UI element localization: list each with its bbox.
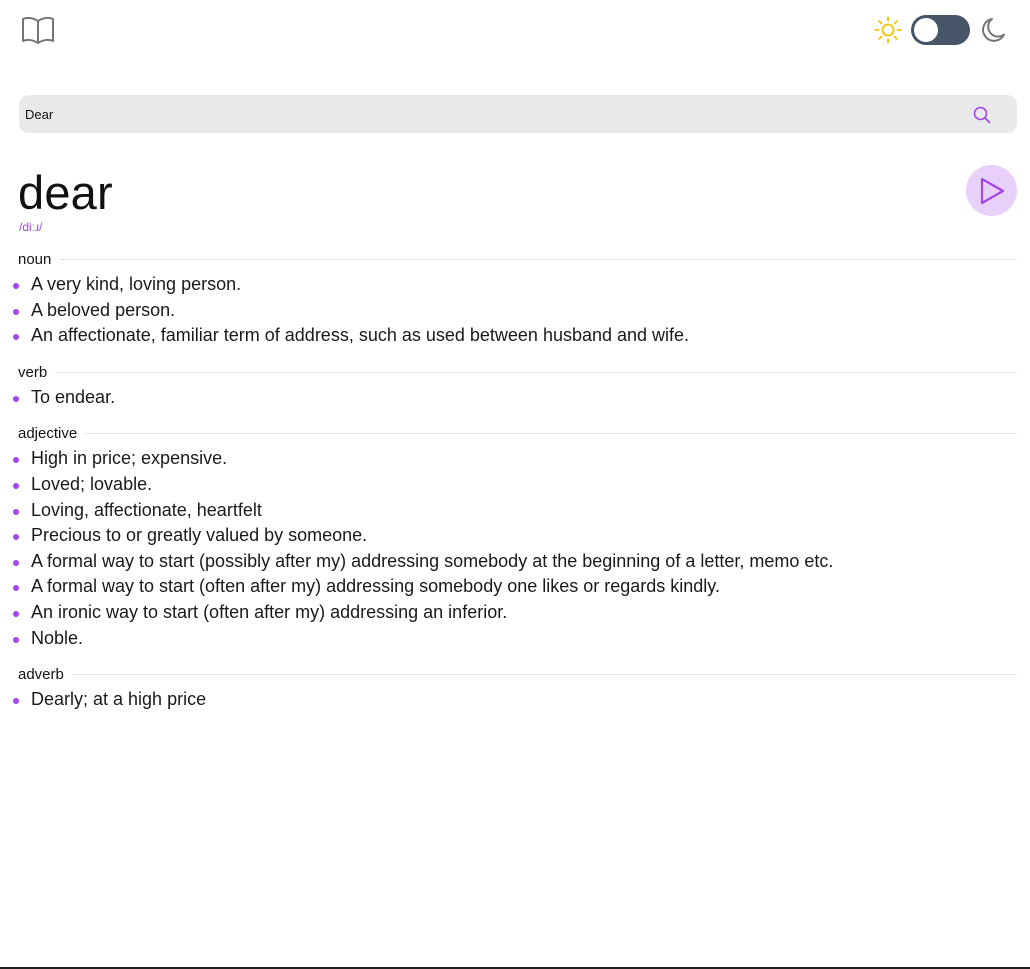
divider-line [59, 259, 1017, 260]
part-of-speech-header: noun [18, 250, 1017, 269]
part-of-speech-header: adjective [18, 424, 1017, 443]
definition-list: High in price; expensive. Loved; lovable.… [0, 446, 1030, 651]
meaning-group-adjective: adjective High in price; expensive. Loved;… [0, 424, 1030, 651]
definition-list: A very kind, loving person. A beloved per… [0, 272, 1030, 349]
moon-icon [982, 18, 1005, 42]
dark-mode-toggle[interactable] [911, 15, 970, 45]
definition-item: To endear. [0, 385, 1030, 411]
definition-item: A very kind, loving person. [0, 272, 1030, 298]
toggle-knob [914, 18, 938, 42]
definition-item: A formal way to start (possibly after my… [0, 549, 1030, 575]
definition-list: To endear. [0, 385, 1030, 411]
definition-item: An ironic way to start (often after my) … [0, 600, 1030, 626]
part-of-speech-label: noun [18, 251, 60, 268]
divider-line [85, 433, 1017, 435]
definition-list: Dearly; at a high price [0, 687, 1030, 713]
meaning-group-verb: verb To endear. [0, 363, 1030, 411]
part-of-speech-label: adjective [18, 425, 86, 443]
definition-item: Loving, affectionate, heartfelt [0, 498, 1030, 524]
book-icon[interactable] [21, 16, 55, 46]
part-of-speech-label: verb [18, 363, 56, 381]
sun-icon [874, 16, 902, 44]
meanings-list: noun A very kind, loving person. A beloved… [0, 250, 1030, 727]
definition-item: An affectionate, familiar term of addres… [0, 323, 1030, 349]
definition-item: High in price; expensive. [0, 446, 1030, 472]
headword: dear [18, 166, 113, 219]
definition-item: Precious to or greatly valued by someone… [0, 523, 1030, 549]
definition-item: Noble. [0, 626, 1030, 652]
divider-line [71, 674, 1017, 676]
search-bar [19, 95, 1017, 133]
search-input[interactable] [19, 95, 959, 133]
definition-item: A formal way to start (often after my) a… [0, 574, 1030, 600]
theme-switcher [874, 15, 1010, 45]
definition-item: Dearly; at a high price [0, 687, 1030, 713]
divider-line [55, 371, 1017, 373]
phonetic: /diːɹ/ [19, 220, 43, 234]
play-audio-button[interactable] [966, 165, 1017, 216]
meaning-group-adverb: adverb Dearly; at a high price [0, 665, 1030, 713]
play-icon [980, 177, 1005, 205]
definition-item: Loved; lovable. [0, 472, 1030, 498]
search-icon[interactable] [973, 106, 991, 124]
meaning-group-noun: noun A very kind, loving person. A beloved… [0, 250, 1030, 349]
part-of-speech-label: adverb [18, 666, 72, 684]
part-of-speech-header: verb [18, 363, 1017, 382]
definition-item: A beloved person. [0, 298, 1030, 324]
top-bar [0, 0, 1030, 62]
part-of-speech-header: adverb [18, 665, 1017, 684]
